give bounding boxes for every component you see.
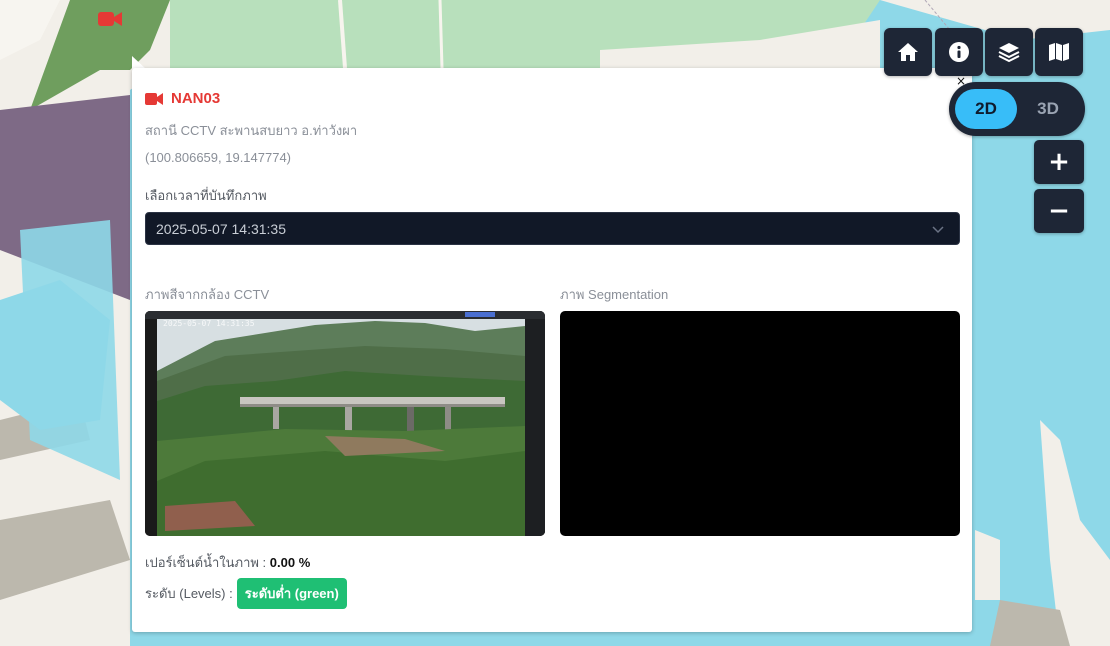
water-percent-label: เปอร์เซ็นต์น้ำในภาพ : bbox=[145, 555, 267, 570]
info-icon bbox=[949, 42, 969, 62]
cctv-image-label: ภาพสีจากกล้อง CCTV bbox=[145, 287, 270, 302]
video-camera-icon bbox=[145, 92, 163, 105]
home-button[interactable] bbox=[884, 28, 932, 76]
popup-header: NAN03 bbox=[145, 90, 220, 107]
chevron-down-icon bbox=[932, 226, 944, 234]
home-icon bbox=[898, 43, 918, 61]
time-select-value: 2025-05-07 14:31:35 bbox=[156, 220, 286, 237]
svg-text:2025-05-07 14:31:35: 2025-05-07 14:31:35 bbox=[163, 319, 255, 328]
level-badge: ระดับต่ำ (green) bbox=[236, 578, 347, 609]
map-icon bbox=[1049, 43, 1069, 61]
station-popup: NAN03 สถานี CCTV สะพานสบยาว อ.ท่าวังผา (… bbox=[132, 68, 972, 632]
time-select-label: เลือกเวลาที่บันทึกภาพ bbox=[145, 188, 267, 203]
cctv-image: 2025-05-07 14:31:35 bbox=[145, 311, 545, 536]
level-label: ระดับ (Levels) : bbox=[145, 586, 233, 601]
layers-button[interactable] bbox=[985, 28, 1033, 76]
info-button[interactable] bbox=[935, 28, 983, 76]
water-percent-value: 0.00 % bbox=[269, 555, 311, 570]
segmentation-image bbox=[560, 311, 960, 536]
dimension-2d-option[interactable]: 2D bbox=[955, 89, 1017, 129]
zoom-out-button[interactable]: − bbox=[1034, 189, 1084, 233]
station-coordinates: (100.806659, 19.147774) bbox=[145, 150, 292, 165]
basemap-button[interactable] bbox=[1035, 28, 1083, 76]
time-select[interactable]: 2025-05-07 14:31:35 bbox=[145, 212, 960, 245]
layers-icon bbox=[998, 43, 1020, 63]
station-code: NAN03 bbox=[171, 90, 221, 107]
level-row: ระดับ (Levels) : ระดับต่ำ (green) bbox=[145, 578, 347, 609]
dimension-3d-option[interactable]: 3D bbox=[1017, 89, 1079, 129]
dimension-toggle: 2D 3D bbox=[949, 82, 1085, 136]
map-camera-marker-icon[interactable] bbox=[98, 11, 122, 27]
segmentation-image-label: ภาพ Segmentation bbox=[560, 287, 669, 302]
station-name: สถานี CCTV สะพานสบยาว อ.ท่าวังผา bbox=[145, 123, 358, 138]
zoom-in-button[interactable]: + bbox=[1034, 140, 1084, 184]
water-percent-row: เปอร์เซ็นต์น้ำในภาพ : 0.00 % bbox=[145, 552, 310, 573]
